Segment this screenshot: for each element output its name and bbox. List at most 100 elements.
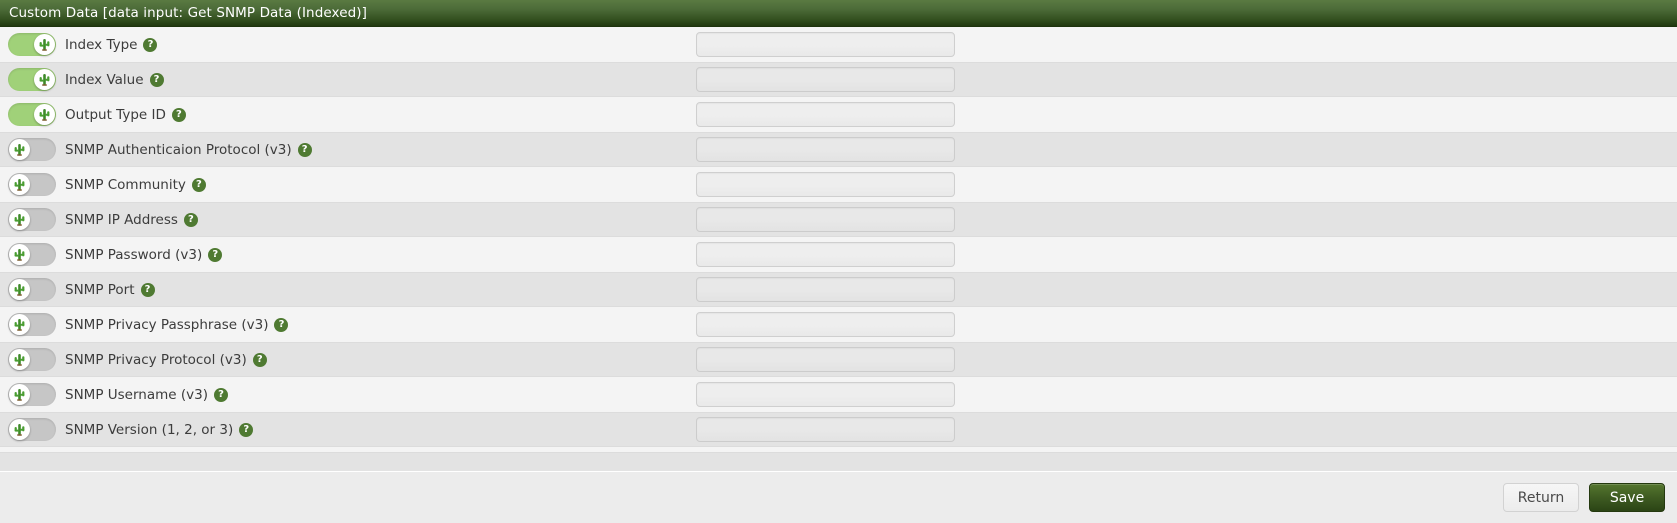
custom-data-row: SNMP Privacy Passphrase (v3)? <box>0 307 1677 342</box>
field-label: Index Type <box>65 36 138 53</box>
enable-toggle[interactable] <box>8 103 56 126</box>
toggle-knob <box>9 209 30 230</box>
toggle-knob <box>9 279 30 300</box>
field-input[interactable] <box>696 277 955 302</box>
help-question-icon[interactable]: ? <box>274 317 289 332</box>
field-label: SNMP Username (v3) <box>65 386 208 403</box>
cactus-icon <box>14 354 25 366</box>
help-question-icon[interactable]: ? <box>149 72 164 87</box>
field-label: SNMP Community <box>65 176 186 193</box>
panel-footer: Return Save <box>0 471 1677 523</box>
toggle-cell <box>0 173 57 196</box>
save-button[interactable]: Save <box>1589 483 1665 512</box>
custom-data-row: SNMP IP Address? <box>0 202 1677 237</box>
enable-toggle[interactable] <box>8 138 56 161</box>
toggle-cell <box>0 138 57 161</box>
help-question-icon[interactable]: ? <box>171 107 186 122</box>
toggle-knob <box>9 139 30 160</box>
page-title: Custom Data [data input: Get SNMP Data (… <box>9 5 368 21</box>
footer-spacer <box>0 452 1677 471</box>
enable-toggle[interactable] <box>8 33 56 56</box>
cactus-icon <box>14 249 25 261</box>
help-question-icon[interactable]: ? <box>143 37 158 52</box>
custom-data-row: SNMP Port? <box>0 272 1677 307</box>
label-cell: SNMP Authenticaion Protocol (v3)? <box>57 142 312 158</box>
help-question-icon[interactable]: ? <box>239 422 254 437</box>
input-cell <box>696 32 955 57</box>
toggle-cell <box>0 208 57 231</box>
enable-toggle[interactable] <box>8 418 56 441</box>
toggle-cell <box>0 68 57 91</box>
custom-data-row: SNMP Authenticaion Protocol (v3)? <box>0 132 1677 167</box>
label-cell: Output Type ID? <box>57 107 186 123</box>
enable-toggle[interactable] <box>8 278 56 301</box>
field-input[interactable] <box>696 347 955 372</box>
custom-data-row: SNMP Username (v3)? <box>0 377 1677 412</box>
field-label: SNMP Privacy Passphrase (v3) <box>65 316 269 333</box>
enable-toggle[interactable] <box>8 313 56 336</box>
field-input[interactable] <box>696 417 955 442</box>
field-input[interactable] <box>696 67 955 92</box>
label-cell: SNMP IP Address? <box>57 212 198 228</box>
cactus-icon <box>39 109 50 121</box>
field-label: Output Type ID <box>65 106 166 123</box>
return-button[interactable]: Return <box>1503 483 1579 512</box>
custom-data-row: Output Type ID? <box>0 97 1677 132</box>
label-cell: SNMP Port? <box>57 282 155 298</box>
field-label: SNMP IP Address <box>65 211 178 228</box>
help-question-icon[interactable]: ? <box>140 282 155 297</box>
toggle-knob <box>34 69 55 90</box>
toggle-knob <box>9 174 30 195</box>
field-label: SNMP Authenticaion Protocol (v3) <box>65 141 292 158</box>
field-input[interactable] <box>696 312 955 337</box>
panel-header: Custom Data [data input: Get SNMP Data (… <box>0 0 1677 27</box>
label-cell: SNMP Username (v3)? <box>57 387 228 403</box>
toggle-cell <box>0 33 57 56</box>
enable-toggle[interactable] <box>8 383 56 406</box>
toggle-knob <box>9 314 30 335</box>
enable-toggle[interactable] <box>8 243 56 266</box>
input-cell <box>696 102 955 127</box>
toggle-knob <box>9 419 30 440</box>
input-cell <box>696 347 955 372</box>
field-input[interactable] <box>696 102 955 127</box>
help-question-icon[interactable]: ? <box>297 142 312 157</box>
cactus-icon <box>14 284 25 296</box>
enable-toggle[interactable] <box>8 173 56 196</box>
field-input[interactable] <box>696 242 955 267</box>
cactus-icon <box>14 144 25 156</box>
enable-toggle[interactable] <box>8 348 56 371</box>
toggle-knob <box>9 349 30 370</box>
field-input[interactable] <box>696 137 955 162</box>
field-label: SNMP Port <box>65 281 135 298</box>
enable-toggle[interactable] <box>8 208 56 231</box>
help-question-icon[interactable]: ? <box>213 387 228 402</box>
toggle-cell <box>0 313 57 336</box>
label-cell: Index Value? <box>57 72 164 88</box>
cactus-icon <box>14 179 25 191</box>
toggle-cell <box>0 243 57 266</box>
toggle-cell <box>0 348 57 371</box>
custom-data-panel: Custom Data [data input: Get SNMP Data (… <box>0 0 1677 523</box>
cactus-icon <box>14 389 25 401</box>
help-question-icon[interactable]: ? <box>183 212 198 227</box>
field-label: SNMP Password (v3) <box>65 246 203 263</box>
field-input[interactable] <box>696 207 955 232</box>
label-cell: SNMP Privacy Passphrase (v3)? <box>57 316 289 333</box>
label-cell: SNMP Privacy Protocol (v3)? <box>57 352 267 368</box>
field-input[interactable] <box>696 382 955 407</box>
field-input[interactable] <box>696 172 955 197</box>
help-question-icon[interactable]: ? <box>191 177 206 192</box>
cactus-icon <box>14 319 25 331</box>
toggle-knob <box>9 384 30 405</box>
help-question-icon[interactable]: ? <box>252 352 267 367</box>
cactus-icon <box>14 214 25 226</box>
input-cell <box>696 67 955 92</box>
field-label: Index Value <box>65 71 144 88</box>
enable-toggle[interactable] <box>8 68 56 91</box>
custom-data-row: SNMP Privacy Protocol (v3)? <box>0 342 1677 377</box>
help-question-icon[interactable]: ? <box>208 247 223 262</box>
custom-data-row: SNMP Version (1, 2, or 3)? <box>0 412 1677 447</box>
input-cell <box>696 242 955 267</box>
field-input[interactable] <box>696 32 955 57</box>
